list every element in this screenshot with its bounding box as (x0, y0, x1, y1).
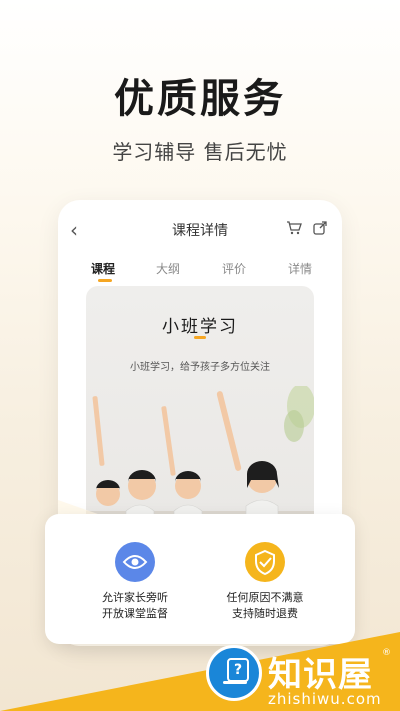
watermark-name: 知识屋 (268, 655, 373, 695)
watermark-band (0, 632, 400, 711)
registered-mark: ® (382, 648, 391, 658)
computer-help-icon: ? (206, 645, 262, 701)
watermark-domain: zhishiwu.com (268, 690, 382, 708)
